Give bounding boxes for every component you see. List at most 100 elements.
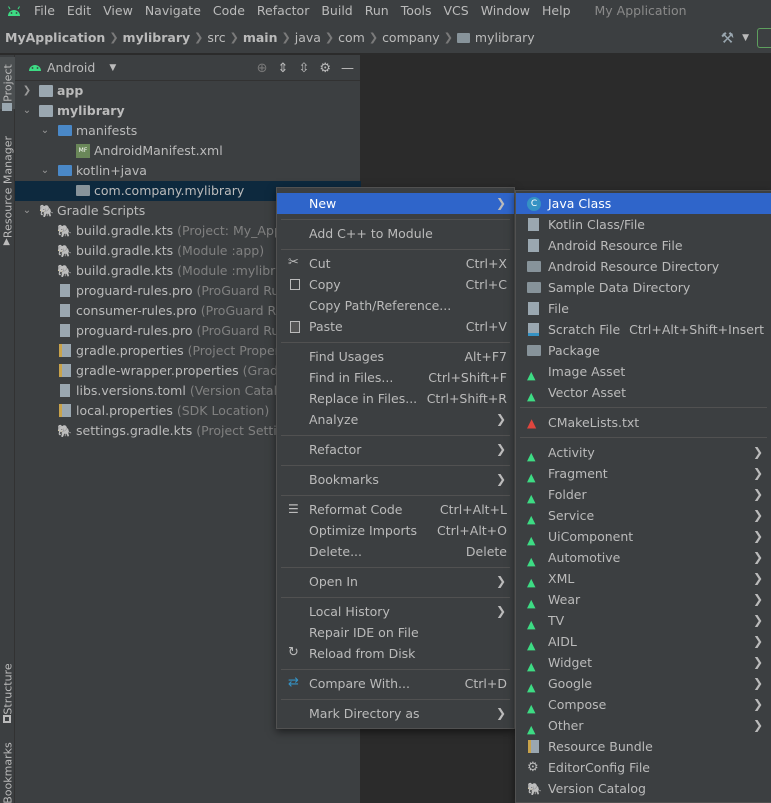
chevron-down-icon[interactable]: ⌄	[39, 121, 51, 141]
menu-item-add-cpp[interactable]: Add C++ to Module	[277, 223, 514, 244]
tree-item-android-manifest[interactable]: MF AndroidManifest.xml	[15, 141, 361, 161]
menu-item-reload-from-disk[interactable]: ↻ Reload from Disk	[277, 643, 514, 664]
menu-separator	[520, 407, 767, 408]
gear-icon[interactable]: ⚙	[319, 61, 331, 76]
menu-item-find-in-files[interactable]: Find in Files... Ctrl+Shift+F	[277, 367, 514, 388]
menu-edit[interactable]: Edit	[61, 0, 97, 22]
minimize-icon[interactable]: —	[341, 61, 354, 76]
submenu-item-folder[interactable]: ▲ Folder ❯	[516, 484, 771, 505]
tree-item-manifests[interactable]: ⌄ manifests	[15, 121, 361, 141]
menu-item-open-in[interactable]: Open In ❯	[277, 571, 514, 592]
submenu-item-scratch-file[interactable]: Scratch File Ctrl+Alt+Shift+Insert	[516, 319, 771, 340]
menu-view[interactable]: View	[97, 0, 139, 22]
menu-help[interactable]: Help	[536, 0, 577, 22]
submenu-item-kotlin-class[interactable]: Kotlin Class/File	[516, 214, 771, 235]
menu-item-repair-ide[interactable]: Repair IDE on File	[277, 622, 514, 643]
submenu-item-resource-bundle[interactable]: Resource Bundle	[516, 736, 771, 757]
resources-icon: ▲	[3, 237, 10, 247]
submenu-item-java-class[interactable]: C Java Class	[516, 193, 771, 214]
breadcrumb-src[interactable]: src	[207, 30, 225, 45]
menu-window[interactable]: Window	[475, 0, 536, 22]
tree-item-mylibrary[interactable]: ⌄ mylibrary	[15, 101, 361, 121]
breadcrumb-company[interactable]: company	[382, 30, 440, 45]
menu-item-refactor[interactable]: Refactor ❯	[277, 439, 514, 460]
breadcrumb-project[interactable]: MyApplication	[5, 30, 105, 45]
submenu-item-compose[interactable]: ▲ Compose ❯	[516, 694, 771, 715]
submenu-item-image-asset[interactable]: ▲ Image Asset	[516, 361, 771, 382]
menu-build[interactable]: Build	[315, 0, 358, 22]
submenu-item-vector-asset[interactable]: ▲ Vector Asset	[516, 382, 771, 403]
submenu-item-other[interactable]: ▲ Other ❯	[516, 715, 771, 736]
menu-item-new[interactable]: New ❯	[277, 193, 514, 214]
menu-item-copy[interactable]: Copy Ctrl+C	[277, 274, 514, 295]
menu-item-compare-with[interactable]: ⇄ Compare With... Ctrl+D	[277, 673, 514, 694]
submenu-item-cmakelists[interactable]: ▲ CMakeLists.txt	[516, 412, 771, 433]
resource-manager-tool-window-tab[interactable]: Resource Manager	[0, 133, 15, 241]
menu-refactor[interactable]: Refactor	[251, 0, 315, 22]
project-view-selector[interactable]: Android	[47, 60, 95, 75]
breadcrumb-mylibrary-package[interactable]: mylibrary	[475, 30, 535, 45]
folder-icon	[527, 282, 541, 293]
menu-run[interactable]: Run	[359, 0, 395, 22]
tree-item-kotlin-java[interactable]: ⌄ kotlin+java	[15, 161, 361, 181]
menu-item-analyze[interactable]: Analyze ❯	[277, 409, 514, 430]
menu-tools[interactable]: Tools	[395, 0, 438, 22]
menu-item-local-history[interactable]: Local History ❯	[277, 601, 514, 622]
menu-item-cut[interactable]: ✂ Cut Ctrl+X	[277, 253, 514, 274]
menu-item-paste[interactable]: Paste Ctrl+V	[277, 316, 514, 337]
menu-item-bookmarks[interactable]: Bookmarks ❯	[277, 469, 514, 490]
menu-item-copy-path[interactable]: Copy Path/Reference...	[277, 295, 514, 316]
android-icon: ▲	[527, 576, 536, 589]
submenu-item-widget[interactable]: ▲ Widget ❯	[516, 652, 771, 673]
submenu-item-android-resource-dir[interactable]: Android Resource Directory	[516, 256, 771, 277]
menu-navigate[interactable]: Navigate	[139, 0, 207, 22]
locate-target-icon[interactable]: ⊕	[257, 61, 268, 76]
submenu-item-package[interactable]: Package	[516, 340, 771, 361]
chevron-down-icon[interactable]: ⌄	[39, 161, 51, 181]
submenu-item-editorconfig[interactable]: ⚙ EditorConfig File	[516, 757, 771, 778]
submenu-item-google[interactable]: ▲ Google ❯	[516, 673, 771, 694]
submenu-item-file[interactable]: File	[516, 298, 771, 319]
chevron-down-icon[interactable]: ▼	[109, 63, 116, 73]
structure-tool-window-tab[interactable]: Structure	[0, 660, 15, 718]
submenu-item-xml[interactable]: ▲ XML ❯	[516, 568, 771, 589]
menu-item-label: EditorConfig File	[548, 760, 650, 775]
submenu-item-uicomponent[interactable]: ▲ UiComponent ❯	[516, 526, 771, 547]
submenu-item-sample-data-dir[interactable]: Sample Data Directory	[516, 277, 771, 298]
breadcrumb-com[interactable]: com	[338, 30, 365, 45]
menu-item-mark-directory-as[interactable]: Mark Directory as ❯	[277, 703, 514, 724]
submenu-item-automotive[interactable]: ▲ Automotive ❯	[516, 547, 771, 568]
menu-item-delete[interactable]: Delete... Delete	[277, 541, 514, 562]
menu-item-optimize-imports[interactable]: Optimize Imports Ctrl+Alt+O	[277, 520, 514, 541]
submenu-item-service[interactable]: ▲ Service ❯	[516, 505, 771, 526]
expand-all-icon[interactable]: ⇕	[278, 61, 289, 76]
menu-code[interactable]: Code	[207, 0, 251, 22]
menu-vcs[interactable]: VCS	[438, 0, 475, 22]
chevron-right-icon: ❯	[495, 706, 506, 720]
submenu-item-aidl[interactable]: ▲ AIDL ❯	[516, 631, 771, 652]
project-tool-window-tab[interactable]: Project	[0, 57, 15, 109]
breadcrumb-main[interactable]: main	[243, 30, 278, 45]
menu-item-find-usages[interactable]: Find Usages Alt+F7	[277, 346, 514, 367]
submenu-item-version-catalog[interactable]: 🐘 Version Catalog	[516, 778, 771, 799]
collapse-all-icon[interactable]: ⇳	[298, 61, 309, 76]
tree-item-app[interactable]: ❯ app	[15, 81, 361, 101]
submenu-item-android-resource-file[interactable]: Android Resource File	[516, 235, 771, 256]
menu-file[interactable]: File	[28, 0, 61, 22]
breadcrumb-java[interactable]: java	[295, 30, 321, 45]
menu-item-reformat-code[interactable]: ☰ Reformat Code Ctrl+Alt+L	[277, 499, 514, 520]
chevron-down-icon[interactable]: ⌄	[21, 201, 33, 221]
run-configuration-selector[interactable]	[757, 28, 771, 48]
chevron-right-icon: ❯	[752, 676, 763, 690]
submenu-item-wear[interactable]: ▲ Wear ❯	[516, 589, 771, 610]
breadcrumb-module[interactable]: mylibrary	[123, 30, 191, 45]
chevron-down-icon[interactable]: ⌄	[21, 101, 33, 121]
submenu-item-activity[interactable]: ▲ Activity ❯	[516, 442, 771, 463]
build-hammer-icon[interactable]: ⚒	[721, 29, 734, 47]
submenu-item-fragment[interactable]: ▲ Fragment ❯	[516, 463, 771, 484]
submenu-item-tv[interactable]: ▲ TV ❯	[516, 610, 771, 631]
chevron-down-icon[interactable]: ▼	[742, 33, 749, 43]
bookmarks-tool-window-tab[interactable]: Bookmarks	[0, 742, 15, 803]
chevron-right-icon[interactable]: ❯	[21, 81, 33, 101]
menu-item-replace-in-files[interactable]: Replace in Files... Ctrl+Shift+R	[277, 388, 514, 409]
